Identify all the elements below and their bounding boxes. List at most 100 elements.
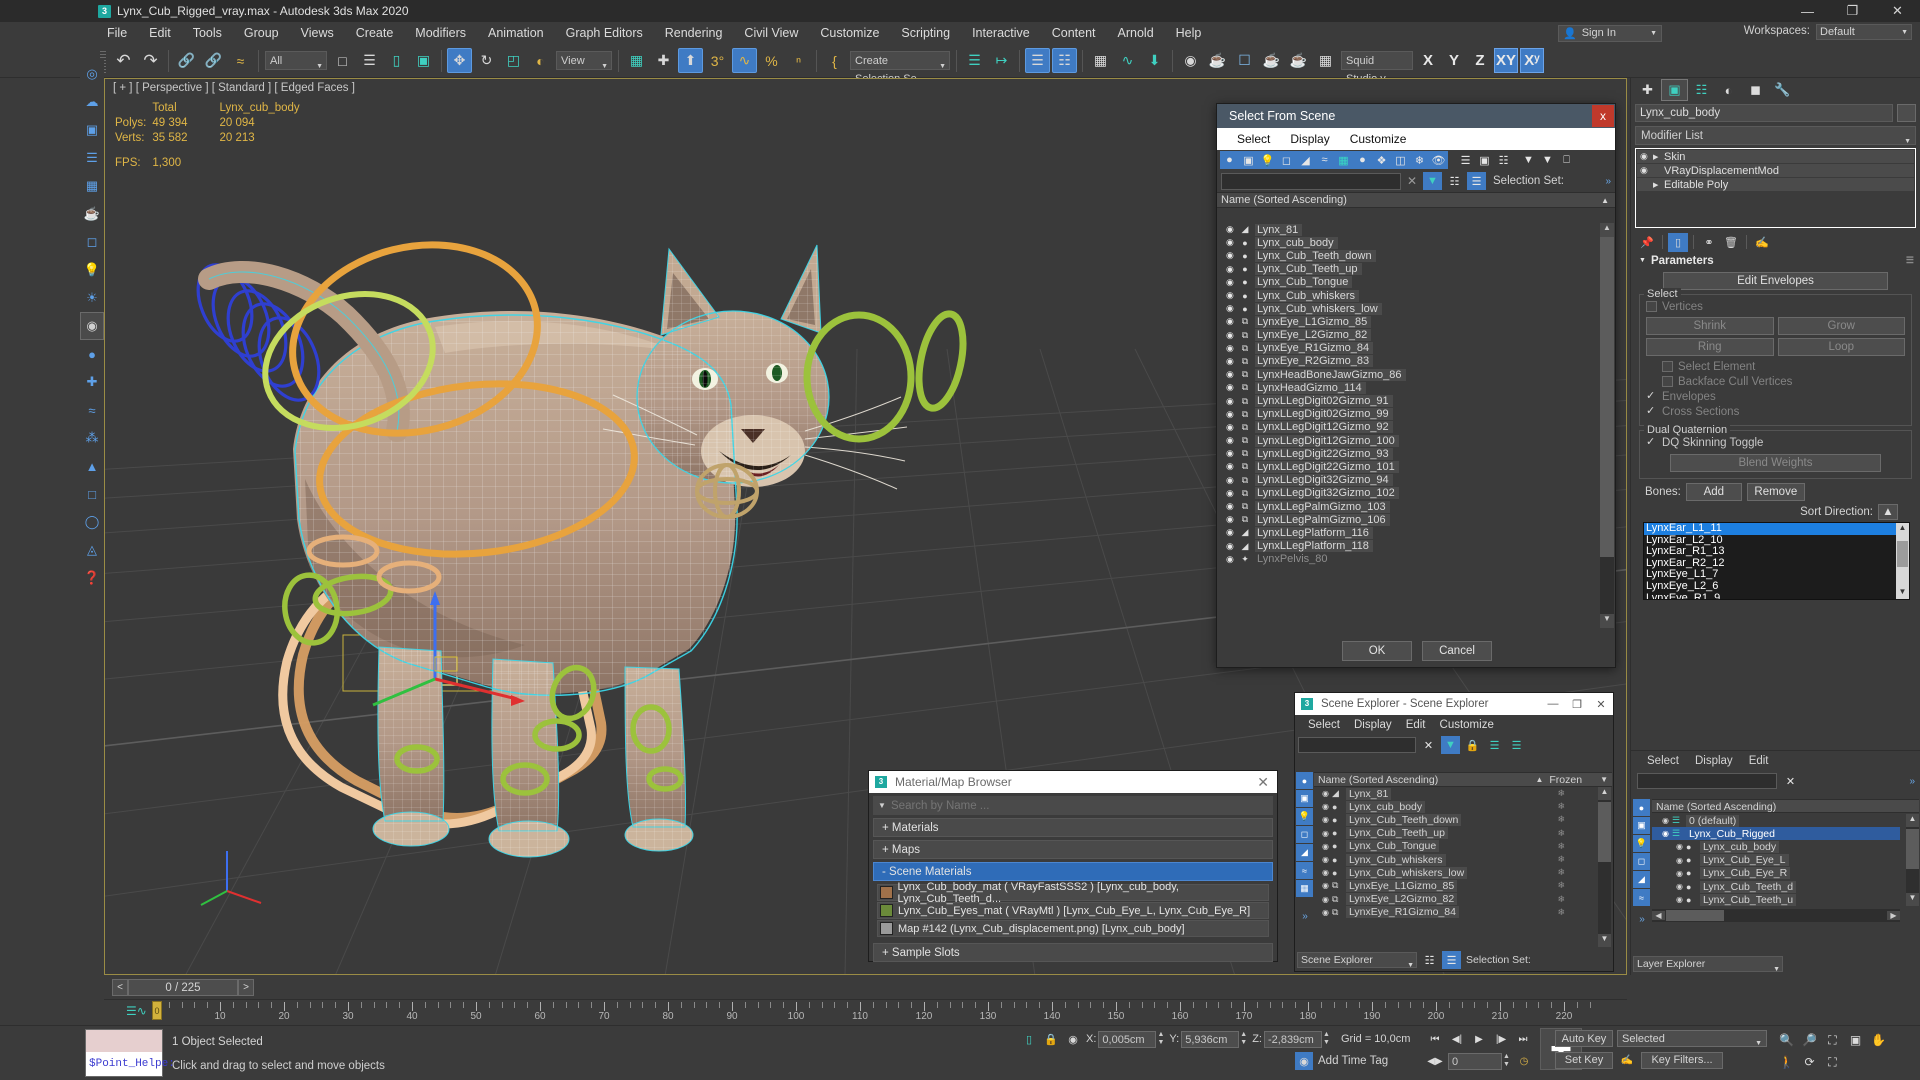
render-in-cloud-icon[interactable]: ▦ bbox=[1313, 48, 1338, 73]
tab-display[interactable]: ◼ bbox=[1742, 79, 1769, 101]
time-marker[interactable]: 0 bbox=[152, 1001, 162, 1020]
filter-lights-icon[interactable]: 💡 bbox=[1296, 808, 1313, 825]
scene-object-row[interactable]: ◉ ● Lynx_Cub_whiskers_low bbox=[1218, 302, 1600, 315]
render-iterative-icon[interactable]: ☕ bbox=[1286, 48, 1311, 73]
key-filters-toggle-icon[interactable]: ✍ bbox=[1617, 1051, 1637, 1069]
filter-xrefs-icon[interactable]: ● bbox=[1353, 151, 1372, 169]
modifier-visibility-icon[interactable]: ◉ bbox=[1640, 151, 1653, 162]
scene-object-row[interactable]: ◉ ⧉ LynxLLegDigit02Gizmo_99 bbox=[1218, 408, 1600, 421]
edit-envelopes-button[interactable]: Edit Envelopes bbox=[1663, 272, 1888, 290]
light-icon[interactable]: 💡 bbox=[80, 256, 104, 284]
render-preset-combo[interactable]: Squid Studio v bbox=[1341, 51, 1413, 85]
filter-groups-icon[interactable]: ▦ bbox=[1296, 880, 1313, 897]
selection-filter-combo[interactable]: All ▼ bbox=[265, 51, 327, 70]
schematic-view-icon[interactable]: ⬇ bbox=[1142, 48, 1167, 73]
bone-list-scrollbar[interactable]: ▲ ▼ bbox=[1896, 523, 1909, 599]
scene-object-row[interactable]: ◉ ⧉ LynxLLegPalmGizmo_103 bbox=[1218, 500, 1600, 513]
time-configuration-icon[interactable]: ◷ bbox=[1514, 1052, 1534, 1070]
scrollbar-thumb[interactable] bbox=[1600, 237, 1614, 557]
scrollbar-thumb[interactable] bbox=[1598, 802, 1611, 862]
scene-object-row[interactable]: ◉ ⧉ LynxLLegDigit12Gizmo_92 bbox=[1218, 421, 1600, 434]
unlink-selection-icon[interactable]: 🔗 bbox=[201, 48, 226, 73]
visibility-eye-icon[interactable]: ◉ bbox=[1226, 541, 1237, 552]
frozen-snowflake-icon[interactable]: ❄ bbox=[1557, 867, 1565, 878]
configure-modifier-sets-icon[interactable]: ✍ bbox=[1752, 233, 1772, 252]
scene-object-row[interactable]: ◉ ⧉ LynxLLegDigit22Gizmo_101 bbox=[1218, 460, 1600, 473]
dialog-title-bar[interactable]: Select From Scene x bbox=[1217, 104, 1615, 128]
filter-toggle-icon[interactable]: ▼ bbox=[1441, 736, 1460, 754]
scene-explorer-row[interactable]: ◉ ◢ Lynx_81 ❄ bbox=[1314, 787, 1599, 800]
select-and-manipulate-icon[interactable]: ✚ bbox=[651, 48, 676, 73]
y-field[interactable]: 5,936cm bbox=[1181, 1030, 1240, 1048]
scene-object-row[interactable]: ◉ ⧉ LynxHeadBoneJawGizmo_86 bbox=[1218, 368, 1600, 381]
menu-edit[interactable]: Edit bbox=[138, 24, 182, 42]
close-icon[interactable]: x bbox=[1592, 105, 1614, 127]
bind-to-space-warp-icon[interactable]: ≈ bbox=[228, 48, 253, 73]
visibility-eye-icon[interactable]: ◉ bbox=[1226, 435, 1237, 446]
modifier-stack-row[interactable]: ▶ Editable Poly bbox=[1637, 178, 1914, 191]
frozen-snowflake-icon[interactable]: ❄ bbox=[1557, 841, 1565, 852]
frozen-snowflake-icon[interactable]: ❄ bbox=[1557, 880, 1565, 891]
filter-space-warps-icon[interactable]: ≈ bbox=[1296, 862, 1313, 879]
window-crossing-icon[interactable]: ▣ bbox=[411, 48, 436, 73]
visibility-eye-icon[interactable]: ◉ bbox=[1322, 789, 1329, 798]
plane-icon[interactable]: □ bbox=[80, 480, 104, 508]
layer-explorer-row[interactable]: ◉ ● Lynx_cub_body bbox=[1652, 840, 1900, 853]
filter-helpers-icon[interactable]: ◢ bbox=[1296, 151, 1315, 169]
tab-motion[interactable]: ◐ bbox=[1715, 79, 1742, 101]
overflow-chevron-icon[interactable]: » bbox=[1296, 911, 1314, 922]
filter-geometry-icon[interactable]: ● bbox=[1220, 151, 1239, 169]
filter-space-warps-icon[interactable]: ≈ bbox=[1633, 889, 1650, 906]
maximize-button[interactable]: ❐ bbox=[1830, 0, 1875, 22]
material-map-browser-dialog[interactable]: 3 Material/Map Browser ✕ ▼ + Materials +… bbox=[868, 770, 1278, 962]
visibility-eye-icon[interactable]: ◉ bbox=[1322, 842, 1329, 851]
search-input[interactable] bbox=[1637, 773, 1777, 789]
select-element-checkbox[interactable]: Select Element bbox=[1646, 359, 1905, 374]
filter-helpers-icon[interactable]: ◢ bbox=[1296, 844, 1313, 861]
scene-object-row[interactable]: ◉ ⧉ LynxEye_R1Gizmo_84 bbox=[1218, 342, 1600, 355]
column-header[interactable]: Name (Sorted Ascending) ▲ bbox=[1217, 192, 1615, 208]
object-name-field[interactable]: Lynx_cub_body bbox=[1635, 104, 1893, 122]
visibility-eye-icon[interactable]: ◉ bbox=[1322, 815, 1329, 824]
menu-modifiers[interactable]: Modifiers bbox=[404, 24, 477, 42]
filter-bones-icon[interactable]: ❖ bbox=[1372, 151, 1391, 169]
scene-explorer-row[interactable]: ◉ ⧉ LynxEye_L1Gizmo_85 ❄ bbox=[1314, 879, 1599, 892]
selection-lock-region-icon[interactable]: ▯ bbox=[1020, 1030, 1038, 1048]
select-and-scale-icon[interactable]: ◰ bbox=[501, 48, 526, 73]
loop-button[interactable]: Loop bbox=[1777, 338, 1905, 356]
visibility-eye-icon[interactable]: ◉ bbox=[1226, 554, 1237, 565]
overflow-chevron-icon[interactable]: » bbox=[1633, 914, 1651, 925]
orbit-icon[interactable]: ⟳ bbox=[1799, 1052, 1820, 1072]
menu-interactive[interactable]: Interactive bbox=[961, 24, 1041, 42]
layer-explorer-icon[interactable]: ☰ bbox=[1025, 48, 1050, 73]
menu-views[interactable]: Views bbox=[290, 24, 345, 42]
shrink-button[interactable]: Shrink bbox=[1646, 317, 1774, 335]
visibility-eye-icon[interactable]: ◉ bbox=[1226, 277, 1237, 288]
pin-stack-icon[interactable]: 📌 bbox=[1637, 233, 1657, 252]
bone-list-item[interactable]: LynxEye_L2_6 bbox=[1644, 580, 1909, 593]
scroll-left-icon[interactable]: ◀ bbox=[1652, 911, 1665, 920]
y-coordinate[interactable]: Y: 5,936cm ▲ ▼ bbox=[1169, 1030, 1248, 1048]
list-columns-icon[interactable]: ☷ bbox=[1494, 151, 1513, 169]
scene-object-row[interactable]: ◉ ⧉ LynxLLegDigit32Gizmo_94 bbox=[1218, 474, 1600, 487]
filter-lights-icon[interactable]: 💡 bbox=[1258, 151, 1277, 169]
new-scene-explorer-icon[interactable]: ⎕ bbox=[1557, 151, 1576, 169]
select-from-scene-dialog[interactable]: Select From Scene x Select Display Custo… bbox=[1216, 103, 1616, 668]
frozen-snowflake-icon[interactable]: ❄ bbox=[1557, 894, 1565, 905]
named-selection-brace-icon[interactable]: { bbox=[822, 48, 847, 73]
scrollbar-thumb[interactable] bbox=[1666, 910, 1724, 921]
menu-edit[interactable]: Edit bbox=[1741, 755, 1777, 767]
visibility-eye-icon[interactable]: ◉ bbox=[1226, 303, 1237, 314]
scene-explorer-list[interactable]: ◉ ◢ Lynx_81 ❄ ◉ ● Lynx_cub_body ❄ ◉ ● Lynx_Cub_Tee… bbox=[1314, 787, 1599, 947]
scene-object-row[interactable]: ◉ ⧉ LynxEye_R2Gizmo_83 bbox=[1218, 355, 1600, 368]
scene-object-row[interactable]: ◉ ⧉ LynxEye_L2Gizmo_82 bbox=[1218, 329, 1600, 342]
cone-icon[interactable]: ▲ bbox=[80, 452, 104, 480]
layer-explorer-row[interactable]: ◉ ● Lynx_Cub_Teeth_u bbox=[1652, 893, 1900, 906]
particle-icon[interactable]: ⁂ bbox=[80, 424, 104, 452]
minimize-button[interactable]: — bbox=[1541, 698, 1565, 711]
visibility-eye-icon[interactable]: ◉ bbox=[1226, 369, 1237, 380]
menu-create[interactable]: Create bbox=[345, 24, 405, 42]
group-maps[interactable]: + Maps bbox=[873, 840, 1273, 859]
filter-groups-icon[interactable]: ▦ bbox=[1334, 151, 1353, 169]
axis-constraint-z[interactable]: Z bbox=[1468, 48, 1492, 73]
